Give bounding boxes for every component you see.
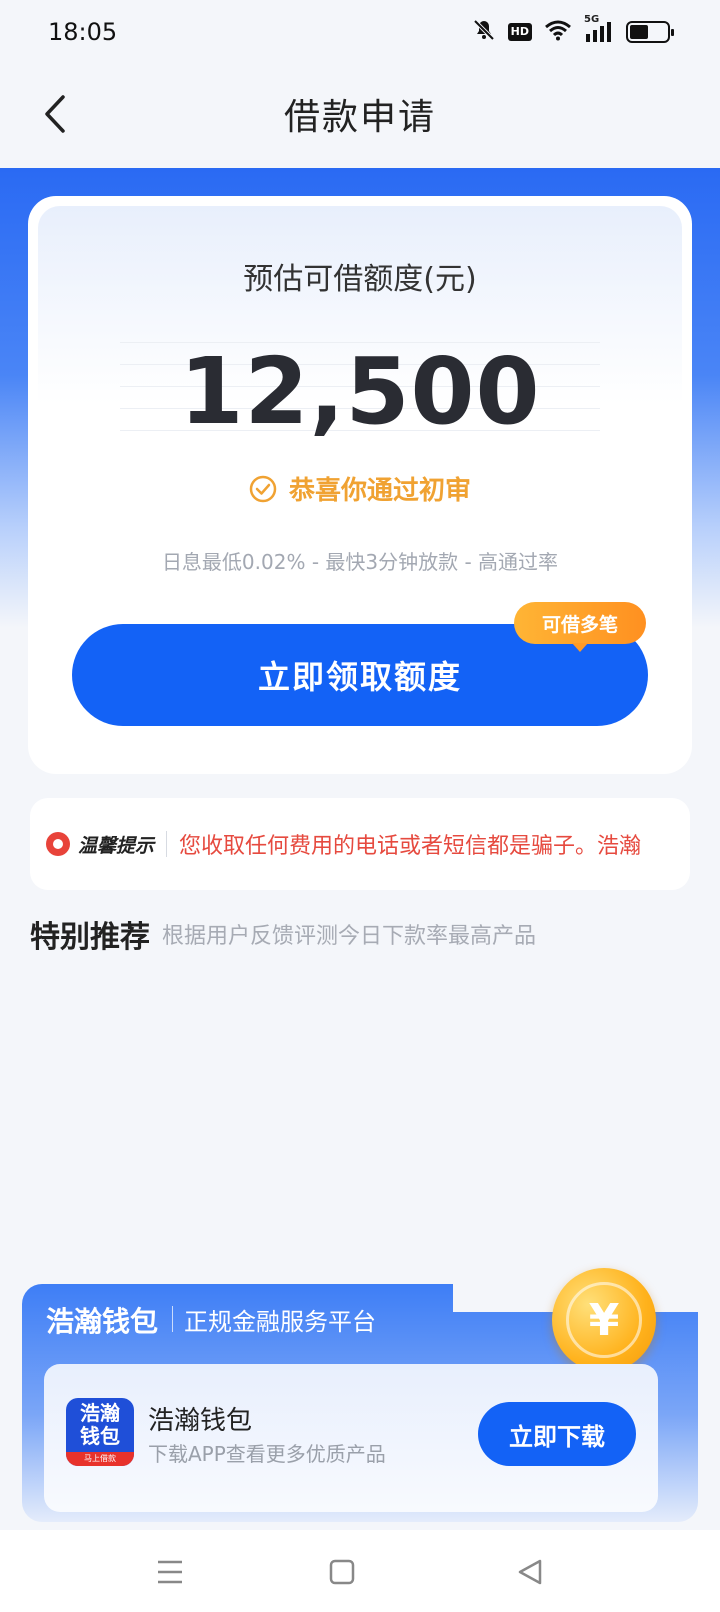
quota-label: 预估可借额度(元)	[243, 262, 477, 297]
recommend-title: 特别推荐	[30, 920, 150, 955]
loan-features: 日息最低0.02% - 最快3分钟放款 - 高通过率	[161, 550, 559, 574]
app-description: 下载APP查看更多优质产品	[148, 1442, 386, 1466]
coin-symbol: ¥	[566, 1282, 642, 1358]
warm-tips: 温馨提示 您收取任何费用的电话或者短信都是骗子。浩瀚	[30, 798, 690, 890]
multi-loan-tag: 可借多笔	[514, 602, 646, 652]
page-title: 借款申请	[283, 97, 436, 138]
banner-slogan: 正规金融服务平台	[184, 1308, 376, 1336]
status-time: 18:05	[48, 18, 118, 46]
quota-amount: 12,500	[179, 338, 541, 445]
tips-divider	[166, 831, 168, 857]
nav-back-button[interactable]	[510, 1552, 550, 1592]
mute-icon	[472, 18, 496, 46]
banner-brand: 浩瀚钱包	[46, 1305, 159, 1338]
menu-button[interactable]	[150, 1552, 190, 1592]
coin-icon: ¥	[552, 1268, 656, 1372]
battery-icon	[626, 21, 674, 43]
tips-label: 温馨提示	[78, 834, 155, 857]
status-bar: 18:05 HD 5G	[0, 0, 720, 64]
status-icons: HD 5G	[472, 14, 674, 46]
alert-icon	[46, 832, 70, 856]
app-logo-tag: 马上借款	[66, 1452, 134, 1466]
banner-divider	[172, 1306, 173, 1332]
system-nav-bar	[0, 1530, 720, 1612]
app-card[interactable]: 浩瀚 钱包 马上借款 浩瀚钱包 下载APP查看更多优质产品 立即下载	[44, 1364, 658, 1512]
recommend-subtitle: 根据用户反馈评测今日下款率最高产品	[162, 924, 537, 949]
app-name: 浩瀚钱包	[148, 1406, 253, 1436]
home-button[interactable]	[322, 1552, 362, 1592]
network-label: 5G	[584, 14, 600, 25]
home-icon	[329, 1559, 355, 1585]
app-logo-line2: 钱包	[80, 1424, 120, 1448]
app-banner: 浩瀚钱包 正规金融服务平台 ¥ 浩瀚 钱包 马上借款 浩瀚钱包 下载APP查看更…	[22, 1268, 698, 1522]
check-circle-icon	[249, 475, 277, 502]
download-button[interactable]: 立即下载	[478, 1402, 636, 1466]
back-triangle-icon	[518, 1559, 542, 1585]
tips-text: 您收取任何费用的电话或者短信都是骗子。浩瀚	[179, 834, 642, 859]
header: 借款申请	[0, 64, 720, 168]
menu-icon	[158, 1560, 182, 1584]
hd-badge: HD	[507, 23, 532, 41]
app-logo-line1: 浩瀚	[80, 1401, 120, 1425]
signal-icon: 5G	[584, 14, 614, 44]
approval-text: 恭喜你通过初审	[288, 476, 471, 506]
wifi-icon	[544, 19, 572, 45]
approval-status: 恭喜你通过初审	[0, 470, 720, 507]
app-logo: 浩瀚 钱包 马上借款	[66, 1398, 134, 1466]
